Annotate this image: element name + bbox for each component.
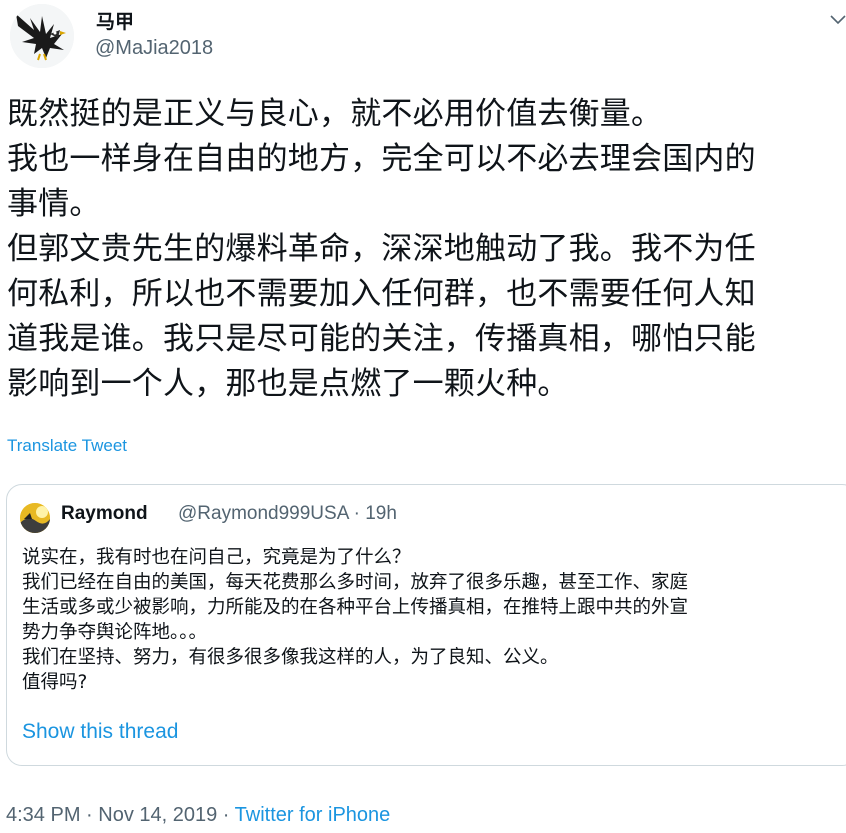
author-display-name[interactable]: 马甲 <box>96 7 134 34</box>
author-avatar[interactable] <box>10 4 74 68</box>
tweet-text-line: 事情。 <box>7 186 101 222</box>
quoted-text-line: 我们在坚持、努力，有很多很多像我这样的人，为了良知、公义。 <box>22 647 559 668</box>
quoted-text-line: 生活或多或少被影响，力所能及的在各种平台上传播真相，在推特上跟中共的外宣 <box>22 597 689 618</box>
show-thread-link[interactable]: Show this thread <box>22 720 178 744</box>
tweet-timestamp[interactable]: 4:34 PM · Nov 14, 2019 · <box>6 804 235 826</box>
quoted-tweet-text: 说实在，我有时也在问自己，究竟是为了什么？ 我们已经在自由的美国，每天花费那么多… <box>22 545 842 695</box>
tweet-text-line: 我也一样身在自由的地方，完全可以不必去理会国内的 <box>7 141 756 177</box>
tweet-text-line: 道我是谁。我只是尽可能的关注，传播真相，哪怕只能 <box>7 321 756 357</box>
quoted-text-line: 势力争夺舆论阵地。。。 <box>22 622 208 643</box>
quoted-author-meta: @Raymond999USA · 19h <box>178 503 397 524</box>
tweet-header: 马甲 @MaJia2018 <box>0 0 846 80</box>
tweet-source-link[interactable]: Twitter for iPhone <box>235 804 391 826</box>
quoted-text-line: 说实在，我有时也在问自己，究竟是为了什么？ <box>22 547 411 568</box>
translate-tweet-link[interactable]: Translate Tweet <box>7 436 127 456</box>
tweet-text-line: 但郭文贵先生的爆料革命，深深地触动了我。我不为任 <box>7 231 756 267</box>
quoted-author-name[interactable]: Raymond <box>61 503 148 525</box>
eagle-avatar-icon <box>10 4 74 68</box>
tweet-text-line: 既然挺的是正义与良心，就不必用价值去衡量。 <box>7 96 663 132</box>
tweet-text-line: 影响到一个人，那也是点燃了一颗火种。 <box>7 366 569 402</box>
tweet-text: 既然挺的是正义与良心，就不必用价值去衡量。 我也一样身在自由的地方，完全可以不必… <box>7 92 842 407</box>
author-handle[interactable]: @MaJia2018 <box>95 37 213 60</box>
quoted-author-avatar[interactable] <box>20 503 50 533</box>
tweet-footer: 4:34 PM · Nov 14, 2019 · Twitter for iPh… <box>6 804 390 827</box>
quoted-text-line: 值得吗? <box>22 672 88 693</box>
quoted-text-line: 我们已经在自由的美国，每天花费那么多时间，放弃了很多乐趣，甚至工作、家庭 <box>22 572 689 593</box>
tweet-text-line: 何私利，所以也不需要加入任何群，也不需要任何人知 <box>7 276 756 312</box>
chevron-down-icon[interactable] <box>828 10 846 30</box>
quoted-avatar-icon <box>20 503 50 533</box>
